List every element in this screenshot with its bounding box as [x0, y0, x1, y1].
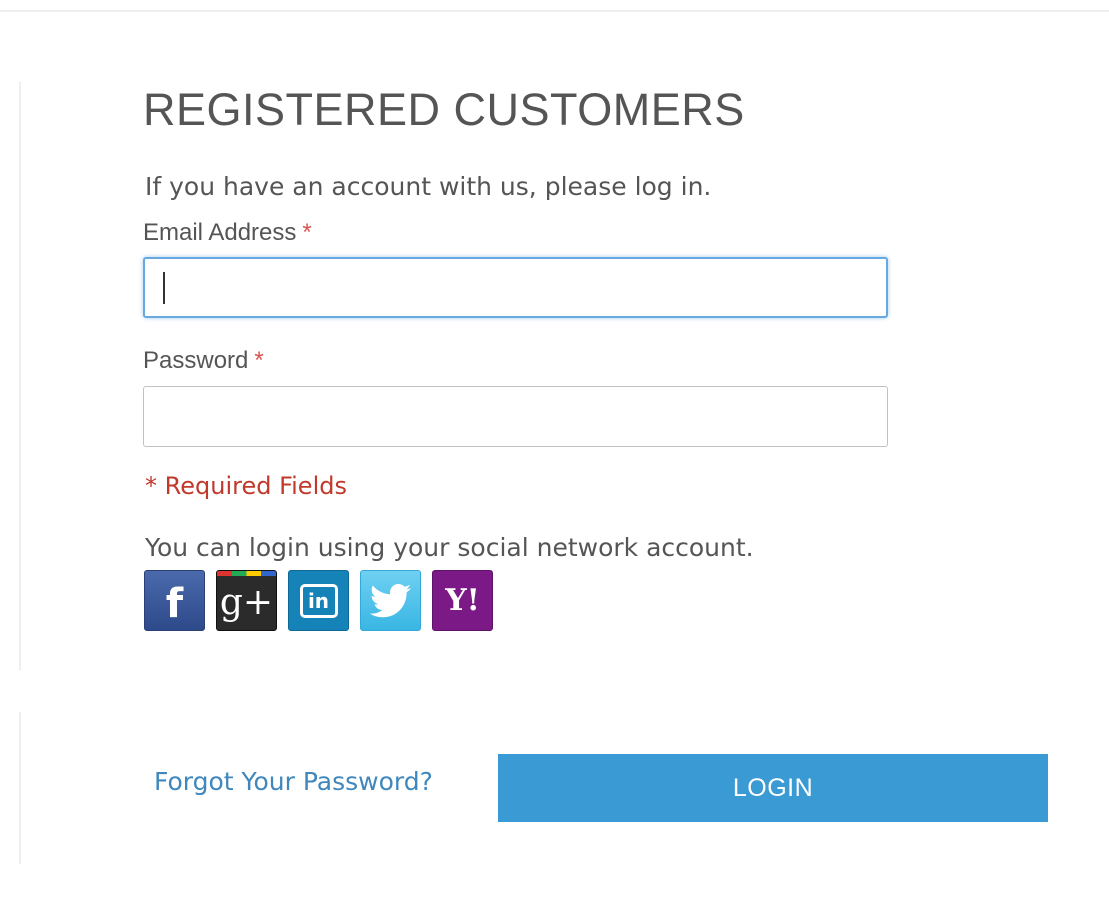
forgot-password-link[interactable]: Forgot Your Password?	[154, 767, 433, 796]
facebook-icon: f	[165, 580, 184, 627]
yahoo-login-button[interactable]: Y!	[432, 570, 493, 631]
required-asterisk: *	[254, 347, 264, 374]
google-plus-login-button[interactable]: g+	[216, 570, 277, 631]
twitter-bird-icon	[369, 583, 411, 617]
required-fields-note: * Required Fields	[145, 472, 347, 500]
left-divider	[19, 82, 21, 670]
left-divider-lower	[19, 712, 21, 864]
social-login-text: You can login using your social network …	[145, 533, 754, 562]
password-label: Password *	[143, 347, 264, 375]
email-label: Email Address *	[143, 219, 312, 247]
google-plus-icon: g+	[219, 582, 274, 623]
email-field[interactable]	[143, 257, 888, 318]
password-field[interactable]	[143, 386, 888, 447]
intro-text: If you have an account with us, please l…	[145, 172, 712, 201]
linkedin-icon: in	[299, 583, 338, 618]
email-label-text: Email Address	[143, 219, 297, 246]
yahoo-icon: Y!	[445, 583, 480, 618]
login-button[interactable]: LOGIN	[498, 754, 1048, 822]
social-login-buttons: f g+ in Y!	[144, 570, 493, 631]
top-divider	[0, 10, 1109, 12]
linkedin-login-button[interactable]: in	[288, 570, 349, 631]
password-label-text: Password	[143, 347, 249, 374]
twitter-login-button[interactable]	[360, 570, 421, 631]
required-asterisk: *	[302, 219, 312, 246]
facebook-login-button[interactable]: f	[144, 570, 205, 631]
block-title: REGISTERED CUSTOMERS	[143, 84, 745, 135]
text-cursor	[163, 272, 165, 304]
login-page: REGISTERED CUSTOMERS If you have an acco…	[0, 0, 1109, 916]
